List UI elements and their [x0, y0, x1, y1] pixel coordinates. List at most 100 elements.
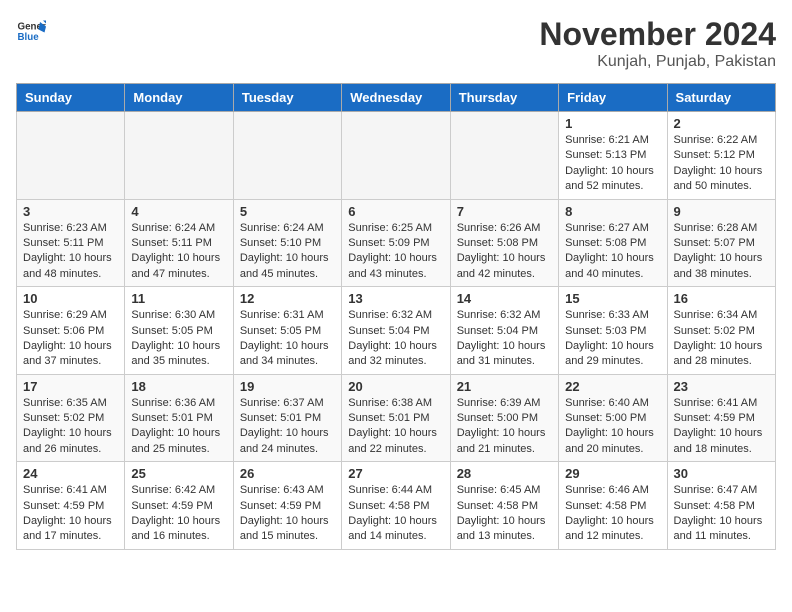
- day-number: 8: [565, 204, 660, 219]
- calendar-cell: 23Sunrise: 6:41 AMSunset: 4:59 PMDayligh…: [667, 374, 775, 462]
- day-info: Sunrise: 6:25 AMSunset: 5:09 PMDaylight:…: [348, 221, 443, 283]
- day-number: 19: [240, 379, 335, 394]
- calendar-cell: 12 Sunrise: 6:31 AMSunset: 5:05 PMDayligh…: [233, 287, 341, 375]
- day-info: Sunrise: 6:40 AMSunset: 5:00 PMDaylight:…: [565, 396, 660, 458]
- calendar-week-3: 10 Sunrise: 6:29 AMSunset: 5:06 PMDayligh…: [17, 287, 776, 375]
- day-info: Sunrise: 6:36 AMSunset: 5:01 PMDaylight:…: [131, 396, 226, 458]
- page-header: General Blue November 2024 Kunjah, Punja…: [16, 16, 776, 71]
- col-header-saturday: Saturday: [667, 84, 775, 112]
- calendar-cell: 3 Sunrise: 6:23 AMSunset: 5:11 PMDaylight…: [17, 199, 125, 287]
- calendar-cell: 20 Sunrise: 6:38 AMSunset: 5:01 PMDayligh…: [342, 374, 450, 462]
- day-number: 2: [674, 116, 769, 131]
- day-number: 24: [23, 466, 118, 481]
- calendar-cell: 18Sunrise: 6:36 AMSunset: 5:01 PMDayligh…: [125, 374, 233, 462]
- day-info: Sunrise: 6:46 AMSunset: 4:58 PMDaylight:…: [565, 483, 660, 545]
- day-info: Sunrise: 6:45 AMSunset: 4:58 PMDaylight:…: [457, 483, 552, 545]
- day-number: 20: [348, 379, 443, 394]
- day-number: 25: [131, 466, 226, 481]
- calendar-week-1: 1Sunrise: 6:21 AMSunset: 5:13 PMDaylight…: [17, 112, 776, 200]
- calendar-week-5: 24 Sunrise: 6:41 AMSunset: 4:59 PMDayligh…: [17, 462, 776, 550]
- title-area: November 2024 Kunjah, Punjab, Pakistan: [539, 16, 776, 71]
- day-number: 11: [131, 291, 226, 306]
- day-info: Sunrise: 6:41 AMSunset: 4:59 PMDaylight:…: [674, 396, 769, 458]
- col-header-friday: Friday: [559, 84, 667, 112]
- day-info: Sunrise: 6:33 AMSunset: 5:03 PMDaylight:…: [565, 308, 660, 370]
- day-info: Sunrise: 6:27 AMSunset: 5:08 PMDaylight:…: [565, 221, 660, 283]
- day-info: Sunrise: 6:24 AMSunset: 5:10 PMDaylight:…: [240, 221, 335, 283]
- calendar-cell: 5 Sunrise: 6:24 AMSunset: 5:10 PMDaylight…: [233, 199, 341, 287]
- day-number: 26: [240, 466, 335, 481]
- col-header-thursday: Thursday: [450, 84, 558, 112]
- calendar-header-row: SundayMondayTuesdayWednesdayThursdayFrid…: [17, 84, 776, 112]
- location: Kunjah, Punjab, Pakistan: [539, 53, 776, 71]
- calendar-cell: 1Sunrise: 6:21 AMSunset: 5:13 PMDaylight…: [559, 112, 667, 200]
- day-number: 28: [457, 466, 552, 481]
- day-info: Sunrise: 6:34 AMSunset: 5:02 PMDaylight:…: [674, 308, 769, 370]
- day-info: Sunrise: 6:42 AMSunset: 4:59 PMDaylight:…: [131, 483, 226, 545]
- calendar-cell: [450, 112, 558, 200]
- day-info: Sunrise: 6:29 AMSunset: 5:06 PMDaylight:…: [23, 308, 118, 370]
- calendar-cell: 27Sunrise: 6:44 AMSunset: 4:58 PMDayligh…: [342, 462, 450, 550]
- calendar-cell: 29 Sunrise: 6:46 AMSunset: 4:58 PMDayligh…: [559, 462, 667, 550]
- month-title: November 2024: [539, 16, 776, 53]
- calendar-cell: 17 Sunrise: 6:35 AMSunset: 5:02 PMDayligh…: [17, 374, 125, 462]
- calendar-cell: 28 Sunrise: 6:45 AMSunset: 4:58 PMDayligh…: [450, 462, 558, 550]
- day-info: Sunrise: 6:23 AMSunset: 5:11 PMDaylight:…: [23, 221, 118, 283]
- day-info: Sunrise: 6:21 AMSunset: 5:13 PMDaylight:…: [565, 133, 660, 195]
- day-number: 10: [23, 291, 118, 306]
- col-header-monday: Monday: [125, 84, 233, 112]
- day-number: 6: [348, 204, 443, 219]
- calendar-cell: 22 Sunrise: 6:40 AMSunset: 5:00 PMDayligh…: [559, 374, 667, 462]
- day-info: Sunrise: 6:31 AMSunset: 5:05 PMDaylight:…: [240, 308, 335, 370]
- calendar-cell: [17, 112, 125, 200]
- day-info: Sunrise: 6:26 AMSunset: 5:08 PMDaylight:…: [457, 221, 552, 283]
- calendar-cell: 8 Sunrise: 6:27 AMSunset: 5:08 PMDaylight…: [559, 199, 667, 287]
- day-number: 29: [565, 466, 660, 481]
- day-number: 21: [457, 379, 552, 394]
- calendar-cell: 24 Sunrise: 6:41 AMSunset: 4:59 PMDayligh…: [17, 462, 125, 550]
- day-info: Sunrise: 6:22 AMSunset: 5:12 PMDaylight:…: [674, 133, 769, 195]
- calendar-cell: 19 Sunrise: 6:37 AMSunset: 5:01 PMDayligh…: [233, 374, 341, 462]
- calendar-week-4: 17 Sunrise: 6:35 AMSunset: 5:02 PMDayligh…: [17, 374, 776, 462]
- calendar-cell: 11Sunrise: 6:30 AMSunset: 5:05 PMDayligh…: [125, 287, 233, 375]
- calendar-cell: 7 Sunrise: 6:26 AMSunset: 5:08 PMDaylight…: [450, 199, 558, 287]
- calendar-cell: 6 Sunrise: 6:25 AMSunset: 5:09 PMDaylight…: [342, 199, 450, 287]
- day-number: 7: [457, 204, 552, 219]
- day-info: Sunrise: 6:44 AMSunset: 4:58 PMDaylight:…: [348, 483, 443, 545]
- day-info: Sunrise: 6:24 AMSunset: 5:11 PMDaylight:…: [131, 221, 226, 283]
- day-info: Sunrise: 6:41 AMSunset: 4:59 PMDaylight:…: [23, 483, 118, 545]
- calendar-cell: 4Sunrise: 6:24 AMSunset: 5:11 PMDaylight…: [125, 199, 233, 287]
- day-info: Sunrise: 6:39 AMSunset: 5:00 PMDaylight:…: [457, 396, 552, 458]
- day-info: Sunrise: 6:28 AMSunset: 5:07 PMDaylight:…: [674, 221, 769, 283]
- calendar-cell: 16Sunrise: 6:34 AMSunset: 5:02 PMDayligh…: [667, 287, 775, 375]
- calendar-cell: 15 Sunrise: 6:33 AMSunset: 5:03 PMDayligh…: [559, 287, 667, 375]
- day-info: Sunrise: 6:47 AMSunset: 4:58 PMDaylight:…: [674, 483, 769, 545]
- calendar-cell: 25 Sunrise: 6:42 AMSunset: 4:59 PMDayligh…: [125, 462, 233, 550]
- day-info: Sunrise: 6:35 AMSunset: 5:02 PMDaylight:…: [23, 396, 118, 458]
- day-number: 3: [23, 204, 118, 219]
- calendar-cell: 21 Sunrise: 6:39 AMSunset: 5:00 PMDayligh…: [450, 374, 558, 462]
- day-number: 22: [565, 379, 660, 394]
- day-number: 9: [674, 204, 769, 219]
- day-info: Sunrise: 6:43 AMSunset: 4:59 PMDaylight:…: [240, 483, 335, 545]
- day-number: 17: [23, 379, 118, 394]
- calendar-week-2: 3 Sunrise: 6:23 AMSunset: 5:11 PMDaylight…: [17, 199, 776, 287]
- day-number: 14: [457, 291, 552, 306]
- calendar-table: SundayMondayTuesdayWednesdayThursdayFrid…: [16, 83, 776, 550]
- calendar-cell: 14Sunrise: 6:32 AMSunset: 5:04 PMDayligh…: [450, 287, 558, 375]
- day-number: 15: [565, 291, 660, 306]
- day-number: 5: [240, 204, 335, 219]
- col-header-wednesday: Wednesday: [342, 84, 450, 112]
- col-header-tuesday: Tuesday: [233, 84, 341, 112]
- logo-icon: General Blue: [16, 16, 46, 46]
- day-info: Sunrise: 6:37 AMSunset: 5:01 PMDaylight:…: [240, 396, 335, 458]
- day-number: 12: [240, 291, 335, 306]
- svg-text:Blue: Blue: [18, 32, 40, 43]
- day-info: Sunrise: 6:38 AMSunset: 5:01 PMDaylight:…: [348, 396, 443, 458]
- calendar-cell: 30 Sunrise: 6:47 AMSunset: 4:58 PMDayligh…: [667, 462, 775, 550]
- day-number: 30: [674, 466, 769, 481]
- calendar-cell: 26 Sunrise: 6:43 AMSunset: 4:59 PMDayligh…: [233, 462, 341, 550]
- calendar-cell: 2 Sunrise: 6:22 AMSunset: 5:12 PMDaylight…: [667, 112, 775, 200]
- logo: General Blue: [16, 16, 46, 46]
- calendar-cell: [342, 112, 450, 200]
